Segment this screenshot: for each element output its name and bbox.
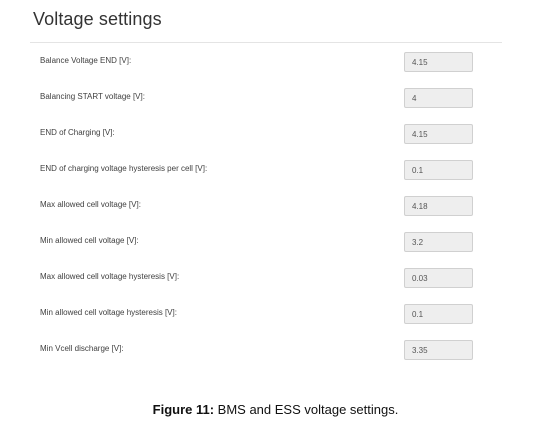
setting-row-min-cell-voltage: Min allowed cell voltage [V]: [0,232,551,268]
min-vcell-discharge-input[interactable] [404,340,473,360]
max-cell-voltage-input[interactable] [404,196,473,216]
setting-label: Balance Voltage END [V]: [40,56,132,65]
setting-label: END of charging voltage hysteresis per c… [40,164,208,173]
max-cell-hysteresis-input[interactable] [404,268,473,288]
setting-label: Balancing START voltage [V]: [40,92,145,101]
balance-voltage-end-input[interactable] [404,52,473,72]
settings-list: Balance Voltage END [V]: Balancing START… [0,52,551,376]
min-cell-voltage-input[interactable] [404,232,473,252]
setting-row-min-vcell-discharge: Min Vcell discharge [V]: [0,340,551,376]
setting-label: Min Vcell discharge [V]: [40,344,124,353]
setting-label: Max allowed cell voltage hysteresis [V]: [40,272,180,281]
setting-row-end-of-charging: END of Charging [V]: [0,124,551,160]
setting-row-balancing-start-voltage: Balancing START voltage [V]: [0,88,551,124]
setting-row-max-cell-hysteresis: Max allowed cell voltage hysteresis [V]: [0,268,551,304]
panel-title: Voltage settings [33,9,162,29]
setting-row-max-cell-voltage: Max allowed cell voltage [V]: [0,196,551,232]
figure-caption: Figure 11: BMS and ESS voltage settings. [0,402,551,417]
setting-row-min-cell-hysteresis: Min allowed cell voltage hysteresis [V]: [0,304,551,340]
setting-label: Min allowed cell voltage [V]: [40,236,139,245]
setting-row-end-charging-hysteresis: END of charging voltage hysteresis per c… [0,160,551,196]
setting-row-balance-voltage-end: Balance Voltage END [V]: [0,52,551,88]
end-of-charging-input[interactable] [404,124,473,144]
voltage-settings-panel: Voltage settings Balance Voltage END [V]… [0,0,551,390]
setting-label: END of Charging [V]: [40,128,115,137]
setting-label: Min allowed cell voltage hysteresis [V]: [40,308,177,317]
figure-caption-label: Figure 11: [152,402,215,417]
title-divider [30,42,502,43]
balancing-start-voltage-input[interactable] [404,88,473,108]
setting-label: Max allowed cell voltage [V]: [40,200,141,209]
end-charging-hysteresis-input[interactable] [404,160,473,180]
figure-caption-text: BMS and ESS voltage settings. [214,402,399,417]
min-cell-hysteresis-input[interactable] [404,304,473,324]
